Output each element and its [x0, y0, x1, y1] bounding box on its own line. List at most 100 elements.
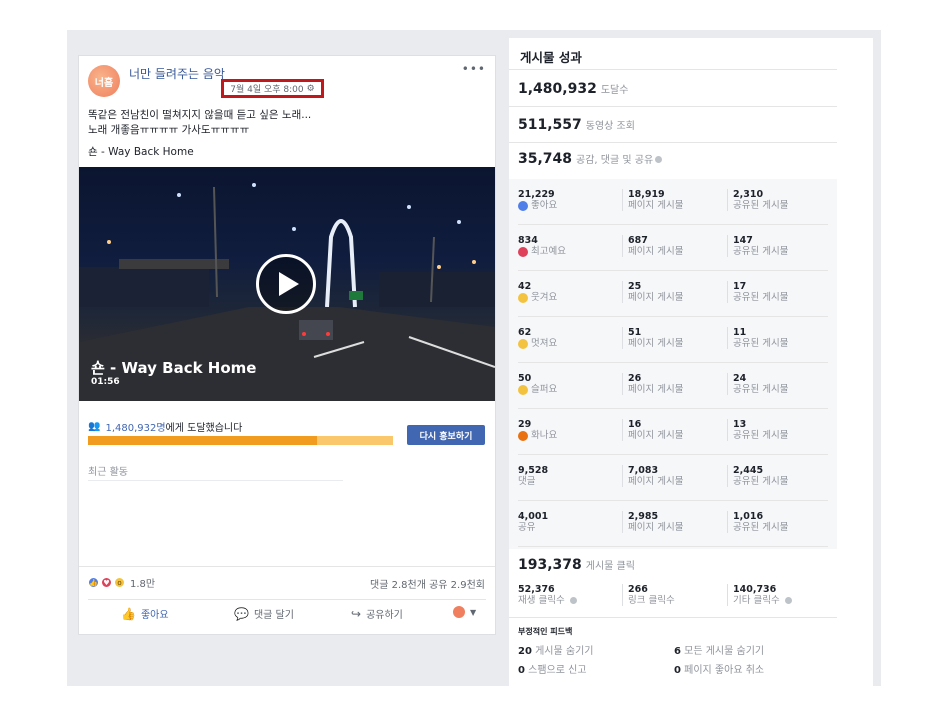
total-label: 최고예요: [518, 246, 566, 257]
total-cell: 21,229 좋아요: [518, 189, 557, 211]
shared-post-cell: 2,310 공유된 게시물: [727, 189, 788, 211]
like-reaction-icon: 👍: [88, 577, 99, 588]
engagement-row: 62 멋져요 51 페이지 게시물 11 공유된 게시물: [509, 317, 837, 363]
video-duration: 01:56: [91, 377, 120, 387]
comment-button[interactable]: 💬 댓글 달기: [234, 606, 294, 622]
boost-again-button[interactable]: 다시 홍보하기: [407, 425, 485, 445]
reach-progress-bar: [88, 436, 393, 445]
total-label: 슬퍼요: [518, 384, 557, 395]
shared-post-label: 공유된 게시물: [733, 292, 789, 303]
engagement-label: 공감, 댓글 및 공유: [576, 151, 663, 166]
page-post-cell: 18,919 페이지 게시물: [622, 189, 683, 211]
clicks-label: 게시물 클릭: [585, 561, 635, 572]
reactions-summary[interactable]: 👍 ♥ o 1.8만: [88, 575, 155, 590]
page-name-link[interactable]: 너만 들려주는 음악: [129, 65, 225, 82]
angry-reaction-icon: [518, 430, 528, 441]
thumbs-up-icon: 👍: [121, 606, 136, 621]
engagement-row: 834 최고예요 687 페이지 게시물 147 공유된 게시물: [509, 225, 837, 271]
engagement-row: 4,001 공유 2,985 페이지 게시물 1,016 공유된 게시물: [509, 501, 837, 547]
divider: [509, 142, 837, 143]
comment-icon: 💬: [234, 606, 249, 621]
page-avatar[interactable]: 너흠: [88, 65, 120, 97]
engagement-row: 9,528 댓글 7,083 페이지 게시물 2,445 공유된 게시물: [509, 455, 837, 501]
sad-reaction-icon: [518, 384, 528, 395]
shared-post-label: 공유된 게시물: [733, 338, 789, 349]
shared-post-label: 공유된 게시물: [733, 430, 789, 441]
total-cell: 9,528 댓글: [518, 465, 548, 487]
post-card: 너흠 너만 들려주는 음악 7월 4일 오후 8:00 ⚙ ••• 똑같은 전남…: [78, 55, 496, 635]
total-value: 50: [518, 373, 532, 384]
video-player[interactable]: 숀 - Way Back Home 01:56: [79, 167, 495, 401]
info-icon[interactable]: [569, 597, 577, 604]
post-timestamp[interactable]: 7월 4일 오후 8:00 ⚙: [221, 79, 324, 98]
divider: [509, 617, 837, 618]
reach-number-link[interactable]: 1,480,932명: [105, 423, 165, 434]
shared-post-value: 2,445: [733, 465, 764, 476]
page-post-value: 25: [628, 281, 642, 292]
spam-report-stat: 0 스팸으로 신고: [518, 665, 587, 676]
page-post-value: 16: [628, 419, 642, 430]
post-text-line: 똑같은 전남친이 떨쳐지지 않을때 듣고 싶은 노래...: [88, 109, 312, 121]
reach-suffix: 에게 도달했습니다: [165, 423, 243, 434]
link-clicks-label: 링크 클릭수: [628, 595, 675, 606]
shared-post-value: 13: [733, 419, 747, 430]
clicks-value: 193,378: [518, 557, 582, 573]
total-value: 834: [518, 235, 538, 246]
total-value: 4,001: [518, 511, 549, 522]
total-value: 42: [518, 281, 532, 292]
wow-reaction-icon: [518, 338, 528, 349]
page-post-cell: 25 페이지 게시물: [622, 281, 683, 303]
page-post-value: 7,083: [628, 465, 659, 476]
negative-feedback-title: 부정적인 피드백: [518, 627, 573, 636]
reach-progress-fill: [88, 436, 317, 445]
divider: [88, 599, 486, 600]
reach-metric: 1,480,932 도달수: [518, 81, 628, 97]
total-value: 21,229: [518, 189, 555, 200]
like-reaction-icon: [518, 200, 528, 211]
other-clicks-value: 140,736: [733, 584, 777, 595]
page-post-label: 페이지 게시물: [628, 292, 684, 303]
info-icon[interactable]: [784, 597, 792, 604]
other-clicks-label: 기타 클릭수: [733, 595, 792, 606]
comment-share-count[interactable]: 댓글 2.8천개 공유 2.9천회: [370, 576, 485, 591]
share-button[interactable]: ↪ 공유하기: [351, 606, 403, 622]
comment-label: 댓글 달기: [253, 610, 294, 621]
total-label: 공유: [518, 522, 536, 533]
hide-all-stat: 6 모든 게시물 숨기기: [674, 646, 765, 657]
people-icon: 👥: [88, 421, 101, 432]
love-reaction-icon: ♥: [101, 577, 112, 588]
views-label: 동영상 조회: [585, 121, 635, 132]
page-post-label: 페이지 게시물: [628, 384, 684, 395]
page-post-value: 687: [628, 235, 648, 246]
reach-summary: 👥 1,480,932명에게 도달했습니다: [88, 419, 242, 434]
page-post-label: 페이지 게시물: [628, 522, 684, 533]
link-clicks-cell: 266 링크 클릭수: [622, 584, 675, 606]
love-reaction-icon: [518, 246, 528, 257]
page-unlike-stat: 0 페이지 좋아요 취소: [674, 665, 765, 676]
total-label: 멋져요: [518, 338, 557, 349]
shared-post-cell: 147 공유된 게시물: [727, 235, 788, 257]
more-options-icon[interactable]: •••: [462, 62, 486, 76]
page-post-label: 페이지 게시물: [628, 338, 684, 349]
total-label: 화나요: [518, 430, 557, 441]
page-post-label: 페이지 게시물: [628, 200, 684, 211]
total-value: 29: [518, 419, 532, 430]
play-button[interactable]: [256, 254, 316, 314]
like-button[interactable]: 👍 좋아요: [121, 606, 169, 622]
shared-post-cell: 11 공유된 게시물: [727, 327, 788, 349]
total-cell: 4,001 공유: [518, 511, 548, 533]
shared-post-value: 1,016: [733, 511, 764, 522]
engagement-value: 35,748: [518, 151, 573, 167]
post-as-selector[interactable]: ▼: [453, 606, 476, 618]
shared-post-value: 147: [733, 235, 753, 246]
like-label: 좋아요: [140, 610, 169, 621]
divider: [509, 69, 837, 70]
info-icon[interactable]: [655, 156, 663, 163]
page-post-value: 51: [628, 327, 642, 338]
page-post-label: 페이지 게시물: [628, 476, 684, 487]
play-clicks-value: 52,376: [518, 584, 555, 595]
total-label: 댓글: [518, 476, 536, 487]
post-song-line: 숀 - Way Back Home: [88, 146, 194, 158]
engagement-row: 42 웃겨요 25 페이지 게시물 17 공유된 게시물: [509, 271, 837, 317]
avatar-text: 너흠: [94, 77, 114, 89]
